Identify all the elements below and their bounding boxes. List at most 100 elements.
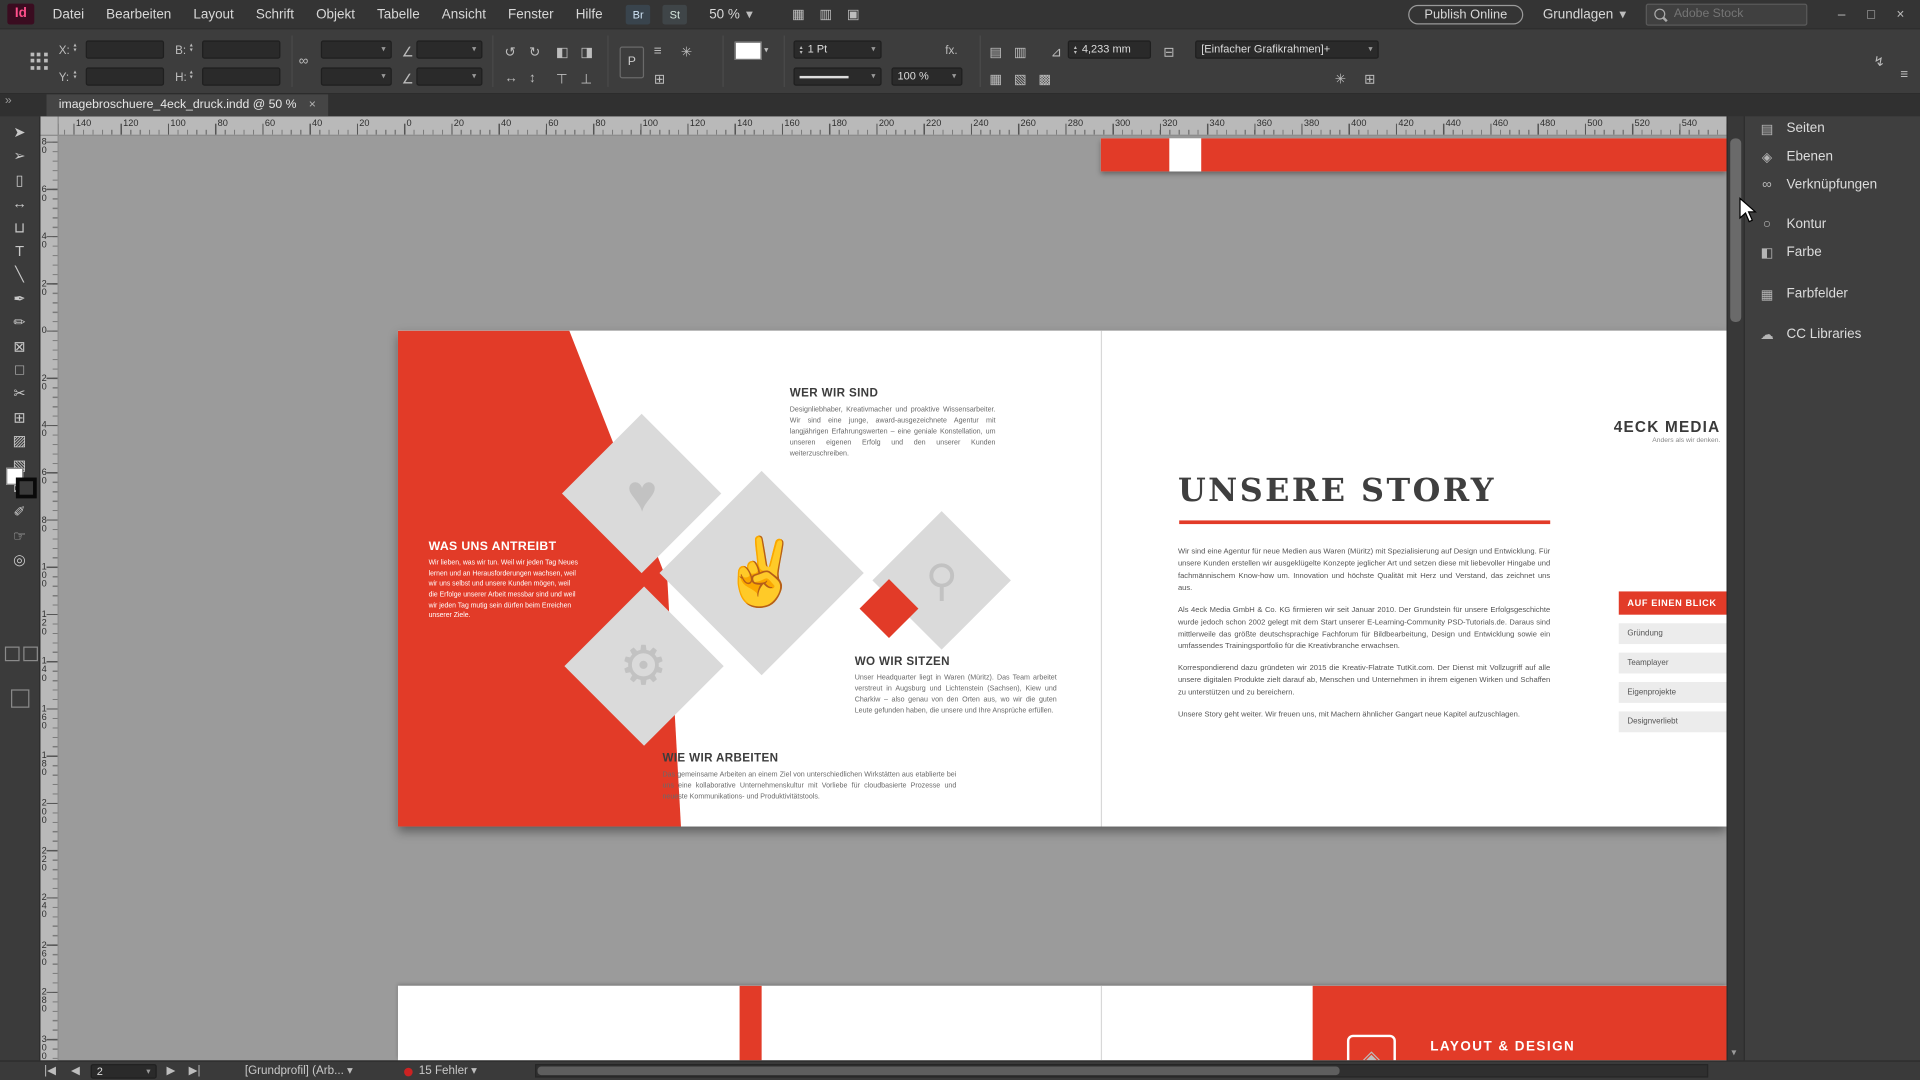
menu-hilfe[interactable]: Hilfe xyxy=(565,7,614,22)
panel-ebenen[interactable]: ◈Ebenen xyxy=(1745,144,1920,168)
corner-options-icon[interactable]: ⊿ xyxy=(1051,44,1062,60)
view-options-icon[interactable]: ▥ xyxy=(819,6,832,22)
grid-view-icon[interactable]: ▦ xyxy=(792,6,805,22)
stepper-down-icon[interactable]: ▾ xyxy=(73,75,76,80)
vertical-scrollbar[interactable]: ▾ xyxy=(1727,116,1745,1060)
type-tool[interactable]: T xyxy=(0,240,39,262)
horizontal-ruler[interactable]: 1401201008060402002040608010012014016018… xyxy=(58,116,1727,136)
corner-radius-input[interactable]: ▴▾ 4,233 mm xyxy=(1068,40,1151,58)
select-container-icon[interactable]: ✳ xyxy=(681,44,692,60)
scale-y-input[interactable]: ▾ xyxy=(321,67,392,85)
add-style-icon[interactable]: ⊞ xyxy=(1364,71,1375,87)
stepper-down-icon[interactable]: ▾ xyxy=(73,48,76,53)
opacity-select[interactable]: 100 % ▾ xyxy=(891,67,962,85)
panel-menu-icon[interactable]: ≡ xyxy=(1900,67,1908,82)
flip-vertical-button[interactable]: ◨ xyxy=(580,44,593,60)
search-input[interactable] xyxy=(1671,6,1786,22)
adobe-stock-search[interactable] xyxy=(1646,3,1808,25)
left-page-red-title[interactable]: WAS UNS ANTREIBT xyxy=(429,540,557,553)
story-paragraph[interactable]: Korrespondierend dazu gründeten wir 2015… xyxy=(1178,663,1550,699)
first-page-button[interactable]: |◀ xyxy=(44,1062,56,1080)
line-tool[interactable]: ╲ xyxy=(0,264,39,286)
stroke-swatch[interactable] xyxy=(16,478,37,499)
panel-farbe[interactable]: ◧Farbe xyxy=(1745,240,1920,264)
panel-farbfelder[interactable]: ▦Farbfelder xyxy=(1745,282,1920,306)
screen-mode-button[interactable] xyxy=(11,689,29,707)
free-transform-tool[interactable]: ⊞ xyxy=(0,406,39,428)
fill-color-swatch[interactable] xyxy=(735,42,762,60)
stepper-down-icon[interactable]: ▾ xyxy=(190,75,193,80)
sidebar-row[interactable]: Designverliebt xyxy=(1619,711,1727,732)
formatting-buttons[interactable] xyxy=(5,647,38,662)
quick-actions-icon[interactable]: ↯ xyxy=(1873,54,1884,70)
stock-button[interactable]: St xyxy=(663,4,687,24)
pencil-tool[interactable]: ✏ xyxy=(0,311,39,333)
stepper-down-icon[interactable]: ▾ xyxy=(800,50,803,55)
section-wer-wir-sind[interactable]: WER WIR SIND Designliebhaber, Kreativmac… xyxy=(790,387,996,460)
wrap-none-button[interactable]: ▤ xyxy=(989,44,1002,60)
scissors-tool[interactable]: ✂ xyxy=(0,383,39,405)
frame-fitting-icon[interactable]: ⊟ xyxy=(1163,44,1174,60)
story-paragraph[interactable]: Unsere Story geht weiter. Wir freuen uns… xyxy=(1178,709,1550,721)
preflight-profile[interactable]: [Grundprofil] (Arb... ▾ xyxy=(245,1062,353,1080)
next-spread-edge[interactable]: ◈ LAYOUT & DESIGN xyxy=(398,986,1727,1061)
menu-schrift[interactable]: Schrift xyxy=(245,7,305,22)
panel-cc-libraries[interactable]: ☁CC Libraries xyxy=(1745,322,1920,346)
pen-tool[interactable]: ✒ xyxy=(0,288,39,310)
rotate-cw-button[interactable]: ↻ xyxy=(529,44,540,60)
wrap-jumpover-button[interactable]: ▧ xyxy=(1014,71,1027,87)
previous-spread-edge[interactable] xyxy=(1101,138,1727,171)
canvas[interactable]: ♥ ✌ ⚲ ⚙ WAS UNS ANTREIBT Wir lieben, was… xyxy=(58,135,1727,1061)
zoom-level-control[interactable]: 50 % ▾ xyxy=(709,6,753,22)
rotation-input[interactable]: ▾ xyxy=(416,40,482,58)
publish-online-button[interactable]: Publish Online xyxy=(1408,4,1523,24)
align-top-button[interactable]: ⊤ xyxy=(556,71,568,87)
horizontal-scroll-thumb[interactable] xyxy=(538,1067,1340,1076)
object-style-select[interactable]: [Einfacher Grafikrahmen]+ ▾ xyxy=(1195,40,1379,58)
constrain-proportions-icon[interactable]: ∞ xyxy=(299,54,309,69)
layout-design-banner[interactable]: ◈ LAYOUT & DESIGN xyxy=(1313,986,1727,1061)
flip-horizontal-button[interactable]: ◧ xyxy=(556,44,569,60)
select-content-icon[interactable]: ⊞ xyxy=(654,71,665,87)
effects-button[interactable]: fx. xyxy=(945,44,957,57)
y-input[interactable] xyxy=(86,67,164,85)
screen-mode-icon[interactable]: ▣ xyxy=(847,6,860,22)
wrap-ignore-button[interactable]: ▩ xyxy=(1038,71,1051,87)
rectangle-tool[interactable]: □ xyxy=(0,359,39,381)
document-tab[interactable]: imagebroschuere_4eck_druck.indd @ 50 % × xyxy=(47,92,329,116)
story-paragraph[interactable]: Wir sind eine Agentur für neue Medien au… xyxy=(1178,546,1550,595)
wrap-jump-button[interactable]: ▦ xyxy=(989,71,1002,87)
chevron-down-icon[interactable]: ▾ xyxy=(764,45,768,55)
horizontal-scrollbar[interactable] xyxy=(535,1064,1708,1077)
zoom-tool[interactable]: ◎ xyxy=(0,549,39,571)
maximize-button[interactable]: □ xyxy=(1856,7,1885,22)
last-page-button[interactable]: ▶| xyxy=(189,1062,201,1080)
sidebar-row[interactable]: Gründung xyxy=(1619,623,1727,644)
quick-apply-icon[interactable]: ✳ xyxy=(1335,71,1346,87)
width-input[interactable] xyxy=(202,40,280,58)
close-button[interactable]: × xyxy=(1886,7,1915,22)
menu-bearbeiten[interactable]: Bearbeiten xyxy=(95,7,182,22)
vertical-ruler[interactable]: 8 06 04 02 002 04 06 08 01 0 01 2 01 4 0… xyxy=(39,135,59,1061)
shear-input[interactable]: ▾ xyxy=(416,67,482,85)
sidebar-row[interactable]: Teamplayer xyxy=(1619,653,1727,674)
menu-tabelle[interactable]: Tabelle xyxy=(366,7,431,22)
align-bottom-button[interactable]: ⊥ xyxy=(580,71,592,87)
section-wo-wir-sitzen[interactable]: WO WIR SITZEN Unser Headquarter liegt in… xyxy=(855,655,1057,717)
next-page-button[interactable]: ▶ xyxy=(167,1062,176,1080)
gradient-tool[interactable]: ▨ xyxy=(0,430,39,452)
previous-page-button[interactable]: ◀ xyxy=(71,1062,80,1080)
menu-ansicht[interactable]: Ansicht xyxy=(431,7,497,22)
page-number-select[interactable]: 2 ▾ xyxy=(91,1064,157,1079)
swap-ver-icon[interactable]: ↕ xyxy=(529,71,536,86)
sidebar-row[interactable]: Eigenprojekte xyxy=(1619,682,1727,703)
story-paragraphs[interactable]: Wir sind eine Agentur für neue Medien au… xyxy=(1178,546,1550,731)
section-wie-wir-arbeiten[interactable]: WIE WIR ARBEITEN Das gemeinsame Arbeiten… xyxy=(662,752,956,803)
bridge-button[interactable]: Br xyxy=(626,4,650,24)
page-tool[interactable]: ▯ xyxy=(0,169,39,191)
collapse-panel-icon[interactable]: » xyxy=(5,94,12,107)
story-paragraph[interactable]: Als 4eck Media GmbH & Co. KG firmieren w… xyxy=(1178,605,1550,654)
direct-selection-tool[interactable]: ➢ xyxy=(0,145,39,167)
scroll-down-icon[interactable]: ▾ xyxy=(1731,1047,1736,1058)
scale-x-input[interactable]: ▾ xyxy=(321,40,392,58)
